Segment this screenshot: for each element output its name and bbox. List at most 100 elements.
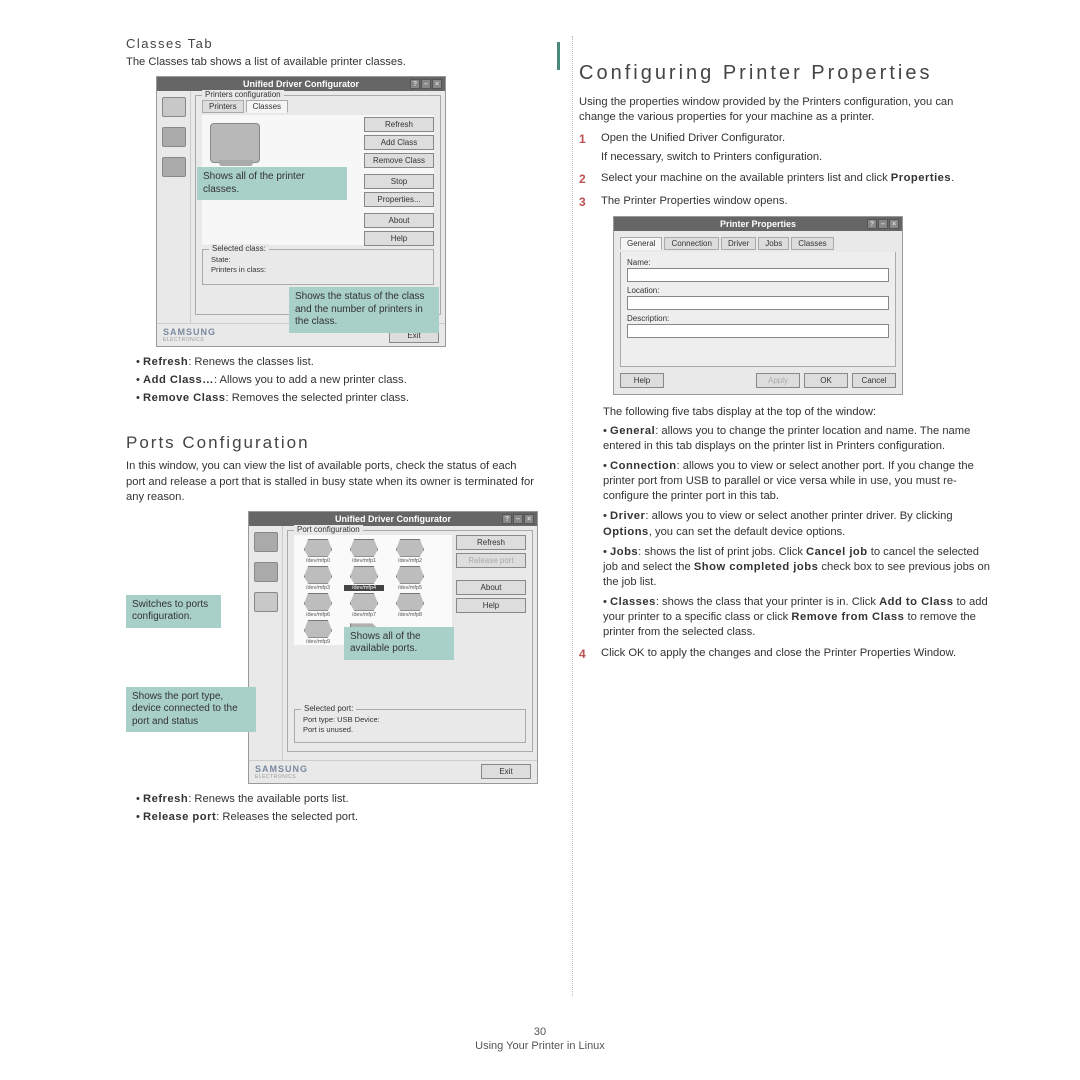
- port-item[interactable]: /dev/mfp1: [344, 539, 384, 564]
- plug-icon: [350, 593, 378, 611]
- plug-icon: [396, 539, 424, 557]
- port-item[interactable]: /dev/mfp4: [344, 566, 384, 591]
- classes-bullets: Refresh: Renews the classes list. Add Cl…: [136, 355, 538, 406]
- tab-connection[interactable]: Connection: [664, 237, 718, 250]
- close-icon[interactable]: ×: [524, 514, 534, 524]
- step-sub: If necessary, switch to Printers configu…: [601, 150, 990, 165]
- step-text: Click OK to apply the changes and close …: [601, 647, 956, 659]
- printer-icon[interactable]: [162, 97, 186, 117]
- refresh-button[interactable]: Refresh: [364, 117, 434, 132]
- remove-class-button[interactable]: Remove Class: [364, 153, 434, 168]
- help-icon[interactable]: ?: [867, 219, 877, 229]
- tab-def-item: Connection: allows you to view or select…: [603, 459, 990, 504]
- scanner-icon[interactable]: [254, 562, 278, 582]
- callout-port-status: Shows the port type, device connected to…: [126, 687, 256, 733]
- window-title-text: Unified Driver Configurator: [243, 79, 359, 89]
- help-button[interactable]: Help: [364, 231, 434, 246]
- port-item[interactable]: /dev/mfp2: [390, 539, 430, 564]
- brand-logo: SAMSUNG: [255, 764, 308, 774]
- port-item[interactable]: /dev/mfp5: [390, 566, 430, 591]
- window-title-text: Unified Driver Configurator: [335, 514, 451, 524]
- right-column: Configuring Printer Properties Using the…: [572, 36, 990, 996]
- location-input[interactable]: [627, 296, 889, 310]
- port-label: /dev/mfp9: [298, 639, 338, 645]
- plug-icon: [396, 593, 424, 611]
- fieldset-legend: Port configuration: [294, 525, 363, 534]
- ok-button[interactable]: OK: [804, 373, 848, 388]
- plug-icon: [350, 539, 378, 557]
- port-label: /dev/mfp4: [344, 585, 384, 591]
- section-intro: Using the properties window provided by …: [579, 95, 990, 125]
- port-label: /dev/mfp7: [344, 612, 384, 618]
- port-icon[interactable]: [254, 592, 278, 612]
- bullet-remove-class: Remove Class: Removes the selected print…: [136, 391, 538, 406]
- port-item[interactable]: /dev/mfp7: [344, 593, 384, 618]
- port-item[interactable]: /dev/mfp6: [298, 593, 338, 618]
- tab-def-item: Classes: shows the class that your print…: [603, 595, 990, 640]
- window-title: Unified Driver Configurator ?–×: [249, 512, 537, 526]
- bullet-refresh-ports: Refresh: Renews the available ports list…: [136, 792, 538, 807]
- state-label: State:: [211, 255, 427, 264]
- bullet-add-class: Add Class…: Allows you to add a new prin…: [136, 373, 538, 388]
- page-columns: Classes Tab The Classes tab shows a list…: [126, 36, 990, 996]
- port-icon[interactable]: [162, 157, 186, 177]
- printer-icon[interactable]: [254, 532, 278, 552]
- ports-intro: In this window, you can view the list of…: [126, 459, 538, 504]
- minimize-icon[interactable]: –: [513, 514, 523, 524]
- close-icon[interactable]: ×: [889, 219, 899, 229]
- step-2: 2 Select your machine on the available p…: [579, 171, 990, 187]
- name-label: Name:: [627, 258, 889, 267]
- tab-classes[interactable]: Classes: [246, 100, 288, 113]
- port-item[interactable]: /dev/mfp9: [298, 620, 338, 645]
- properties-tabs: General Connection Driver Jobs Classes: [620, 237, 896, 250]
- tab-classes[interactable]: Classes: [791, 237, 833, 250]
- port-item[interactable]: /dev/mfp0: [298, 539, 338, 564]
- help-button[interactable]: Help: [620, 373, 664, 388]
- step-num: 3: [579, 194, 591, 210]
- help-icon[interactable]: ?: [410, 79, 420, 89]
- selected-port-legend: Selected port:: [301, 704, 356, 713]
- exit-button[interactable]: Exit: [481, 764, 531, 779]
- callout-available-ports: Shows all of the available ports.: [344, 627, 454, 660]
- selected-class-legend: Selected class:: [209, 244, 269, 253]
- plug-icon: [304, 620, 332, 638]
- location-label: Location:: [627, 286, 889, 295]
- tab-driver[interactable]: Driver: [721, 237, 756, 250]
- minimize-icon[interactable]: –: [421, 79, 431, 89]
- scanner-icon[interactable]: [162, 127, 186, 147]
- stop-button[interactable]: Stop: [364, 174, 434, 189]
- cancel-button[interactable]: Cancel: [852, 373, 896, 388]
- add-class-button[interactable]: Add Class: [364, 135, 434, 150]
- tab-printers[interactable]: Printers: [202, 100, 244, 113]
- config-tabs: Printers Classes: [202, 100, 434, 113]
- description-input[interactable]: [627, 324, 889, 338]
- step-text: Select your machine on the available pri…: [601, 172, 891, 184]
- bullet-release-port: Release port: Releases the selected port…: [136, 810, 538, 825]
- minimize-icon[interactable]: –: [878, 219, 888, 229]
- tab-general[interactable]: General: [620, 237, 662, 250]
- about-button[interactable]: About: [364, 213, 434, 228]
- port-label: /dev/mfp5: [390, 585, 430, 591]
- about-button[interactable]: About: [456, 580, 526, 595]
- classes-heading: Classes Tab: [126, 36, 538, 51]
- footer-caption: Using Your Printer in Linux: [475, 1040, 605, 1052]
- step-num: 2: [579, 171, 591, 187]
- step-bold: Properties: [891, 172, 951, 184]
- page-number: 30: [0, 1026, 1080, 1038]
- properties-button[interactable]: Properties...: [364, 192, 434, 207]
- help-icon[interactable]: ?: [502, 514, 512, 524]
- help-button[interactable]: Help: [456, 598, 526, 613]
- ports-heading: Ports Configuration: [126, 433, 538, 453]
- close-icon[interactable]: ×: [432, 79, 442, 89]
- step-4: 4 Click OK to apply the changes and clos…: [579, 646, 990, 662]
- release-port-button[interactable]: Release port: [456, 553, 526, 568]
- refresh-button[interactable]: Refresh: [456, 535, 526, 550]
- apply-button[interactable]: Apply: [756, 373, 800, 388]
- plug-icon: [304, 593, 332, 611]
- tab-jobs[interactable]: Jobs: [758, 237, 789, 250]
- name-input[interactable]: [627, 268, 889, 282]
- port-item[interactable]: /dev/mfp8: [390, 593, 430, 618]
- port-item[interactable]: /dev/mfp3: [298, 566, 338, 591]
- port-label: /dev/mfp3: [298, 585, 338, 591]
- step-3: 3 The Printer Properties window opens.: [579, 194, 990, 210]
